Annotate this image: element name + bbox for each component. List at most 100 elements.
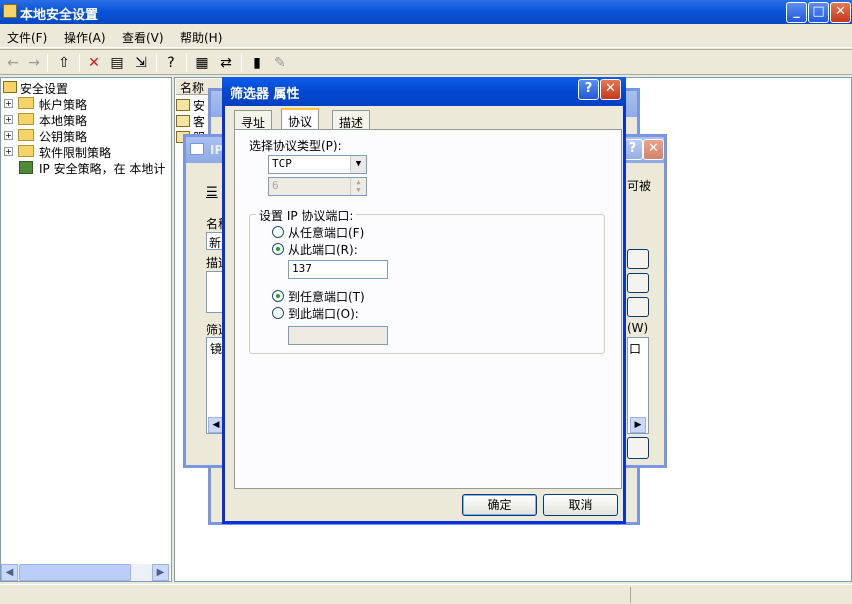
- tree-item-label: 公钥策略: [39, 130, 88, 144]
- window-icon: [190, 143, 204, 155]
- list-row-label: 客: [193, 115, 206, 129]
- tree-item-label: 本地策略: [39, 114, 88, 128]
- tree-item-software-restriction[interactable]: + 软件限制策略: [1, 144, 171, 160]
- toolbar-separator: [241, 54, 242, 72]
- tab-description[interactable]: 描述: [332, 110, 371, 130]
- app-icon: [3, 4, 17, 18]
- cancel-label: 取消: [568, 498, 593, 512]
- forward-arrow-icon[interactable]: →: [24, 53, 44, 73]
- window-title: 本地安全设置: [20, 8, 99, 23]
- edit-icon[interactable]: ✎: [270, 53, 290, 73]
- from-any-port-radio[interactable]: [272, 226, 284, 238]
- ip-col-tail: 口: [629, 342, 642, 356]
- tree-item-ip-security[interactable]: IP 安全策略，在 本地计: [1, 160, 171, 176]
- tree-item-public-key-policy[interactable]: + 公钥策略: [1, 128, 171, 144]
- ip-dialog-icon: ☰: [206, 185, 218, 200]
- filter-dialog-title-bar: 筛选器 属性 ? ✕: [222, 77, 626, 106]
- list-row-label: 安: [193, 99, 206, 113]
- menu-bar: 文件(F) 操作(A) 查看(V) 帮助(H): [0, 26, 852, 48]
- to-any-port-label: 到任意端口(T): [288, 290, 365, 304]
- toolbar-separator: [47, 54, 48, 72]
- tree-root-label: 安全设置: [20, 82, 69, 96]
- toolbar-separator: [186, 54, 187, 72]
- expand-icon[interactable]: +: [4, 147, 13, 156]
- up-folder-icon[interactable]: ⇧: [54, 53, 74, 73]
- scroll-thumb[interactable]: [19, 564, 131, 581]
- ip-name-value: 新: [209, 236, 222, 250]
- help-button[interactable]: ?: [578, 79, 599, 100]
- main-title-bar: 本地安全设置 _ □ ✕: [0, 0, 852, 24]
- ip-col-header: 镜: [210, 342, 223, 356]
- port-group: 设置 IP 协议端口: 从任意端口(F) 从此端口(R): 137 到任意端口(…: [249, 207, 605, 354]
- tree-item-local-policy[interactable]: + 本地策略: [1, 112, 171, 128]
- ip-close-button[interactable]: ✕: [643, 139, 664, 160]
- policy-icon: [176, 99, 190, 111]
- from-port-value: 137: [292, 262, 312, 275]
- from-this-port-radio[interactable]: [272, 243, 284, 255]
- tree-item-account-policy[interactable]: + 帐户策略: [1, 96, 171, 112]
- ip-remove-button[interactable]: [627, 297, 649, 317]
- properties-icon[interactable]: ▤: [107, 53, 127, 73]
- tree-item-label: IP 安全策略，在 本地计: [39, 162, 166, 176]
- toolbar-separator: [156, 54, 157, 72]
- back-arrow-icon[interactable]: ←: [3, 53, 23, 73]
- policy-icon: [176, 115, 190, 127]
- toolbar-separator: [79, 54, 80, 72]
- folder-icon: [18, 145, 34, 157]
- scroll-right-icon[interactable]: ▶: [152, 564, 169, 581]
- protocol-tab-panel: 选择协议类型(P): TCP ▼ 6 ▲ ▼ 设置 IP 协议端口: 从任意端口(…: [234, 129, 622, 489]
- spin-arrows-icon[interactable]: ▲ ▼: [350, 178, 366, 195]
- protocol-type-value: TCP: [272, 157, 292, 170]
- security-settings-icon: [3, 81, 17, 93]
- to-this-port-radio[interactable]: [272, 307, 284, 319]
- cancel-button[interactable]: 取消: [543, 494, 618, 516]
- expand-icon[interactable]: +: [4, 99, 13, 108]
- protocol-number-stepper[interactable]: 6 ▲ ▼: [268, 177, 367, 196]
- tab-addressing[interactable]: 寻址: [234, 110, 273, 130]
- expand-icon[interactable]: +: [4, 131, 13, 140]
- tab-label: 寻址: [241, 116, 266, 130]
- tree-item-label: 帐户策略: [39, 98, 88, 112]
- from-port-input[interactable]: 137: [288, 260, 388, 279]
- run-icon[interactable]: ▮: [247, 53, 267, 73]
- chevron-down-icon[interactable]: ▼: [350, 156, 366, 173]
- tree-hscrollbar[interactable]: ◀ ▶: [1, 564, 170, 581]
- assign-icon[interactable]: ⇄: [216, 53, 236, 73]
- from-this-port-label: 从此端口(R):: [288, 243, 358, 257]
- minimize-button[interactable]: _: [786, 2, 807, 23]
- ip-edit-button[interactable]: [627, 273, 649, 293]
- status-divider: [630, 587, 631, 603]
- to-port-input[interactable]: [288, 326, 388, 345]
- maximize-button[interactable]: □: [808, 2, 829, 23]
- scroll-right-icon[interactable]: ▶: [630, 417, 646, 433]
- to-any-port-radio[interactable]: [272, 290, 284, 302]
- ip-side-label: (W): [627, 321, 649, 335]
- tab-protocol[interactable]: 协议: [281, 108, 320, 130]
- protocol-type-label: 选择协议类型(P):: [249, 139, 342, 153]
- protocol-type-select[interactable]: TCP ▼: [268, 155, 367, 174]
- delete-icon[interactable]: ✕: [84, 53, 104, 73]
- expand-icon[interactable]: +: [4, 115, 13, 124]
- ip-add-button[interactable]: [627, 249, 649, 269]
- folder-icon: [18, 97, 34, 109]
- status-bar: [0, 584, 852, 604]
- new-policy-icon[interactable]: ▦: [192, 53, 212, 73]
- filter-dialog-title: 筛选器 属性: [230, 87, 300, 102]
- help-icon[interactable]: ?: [161, 53, 181, 73]
- menu-view[interactable]: 查看(V): [122, 29, 164, 46]
- filter-properties-dialog: 筛选器 属性 ? ✕ 寻址 协议 描述 选择协议类型(P): TCP ▼ 6 ▲…: [222, 77, 626, 524]
- ok-button[interactable]: 确定: [462, 494, 537, 516]
- export-icon[interactable]: ⇲: [131, 53, 151, 73]
- to-this-port-label: 到此端口(O):: [288, 307, 359, 321]
- close-button[interactable]: ✕: [830, 2, 851, 23]
- scroll-left-icon[interactable]: ◀: [1, 564, 18, 581]
- ok-label: 确定: [487, 498, 512, 512]
- protocol-number-value: 6: [272, 179, 279, 192]
- menu-help[interactable]: 帮助(H): [180, 29, 222, 46]
- ip-dialog-text: 可被: [627, 179, 652, 193]
- tab-label: 描述: [339, 116, 364, 130]
- menu-file[interactable]: 文件(F): [7, 29, 47, 46]
- menu-action[interactable]: 操作(A): [64, 29, 106, 46]
- dialog-close-button[interactable]: ✕: [600, 79, 621, 100]
- ip-ok-button[interactable]: [627, 437, 649, 459]
